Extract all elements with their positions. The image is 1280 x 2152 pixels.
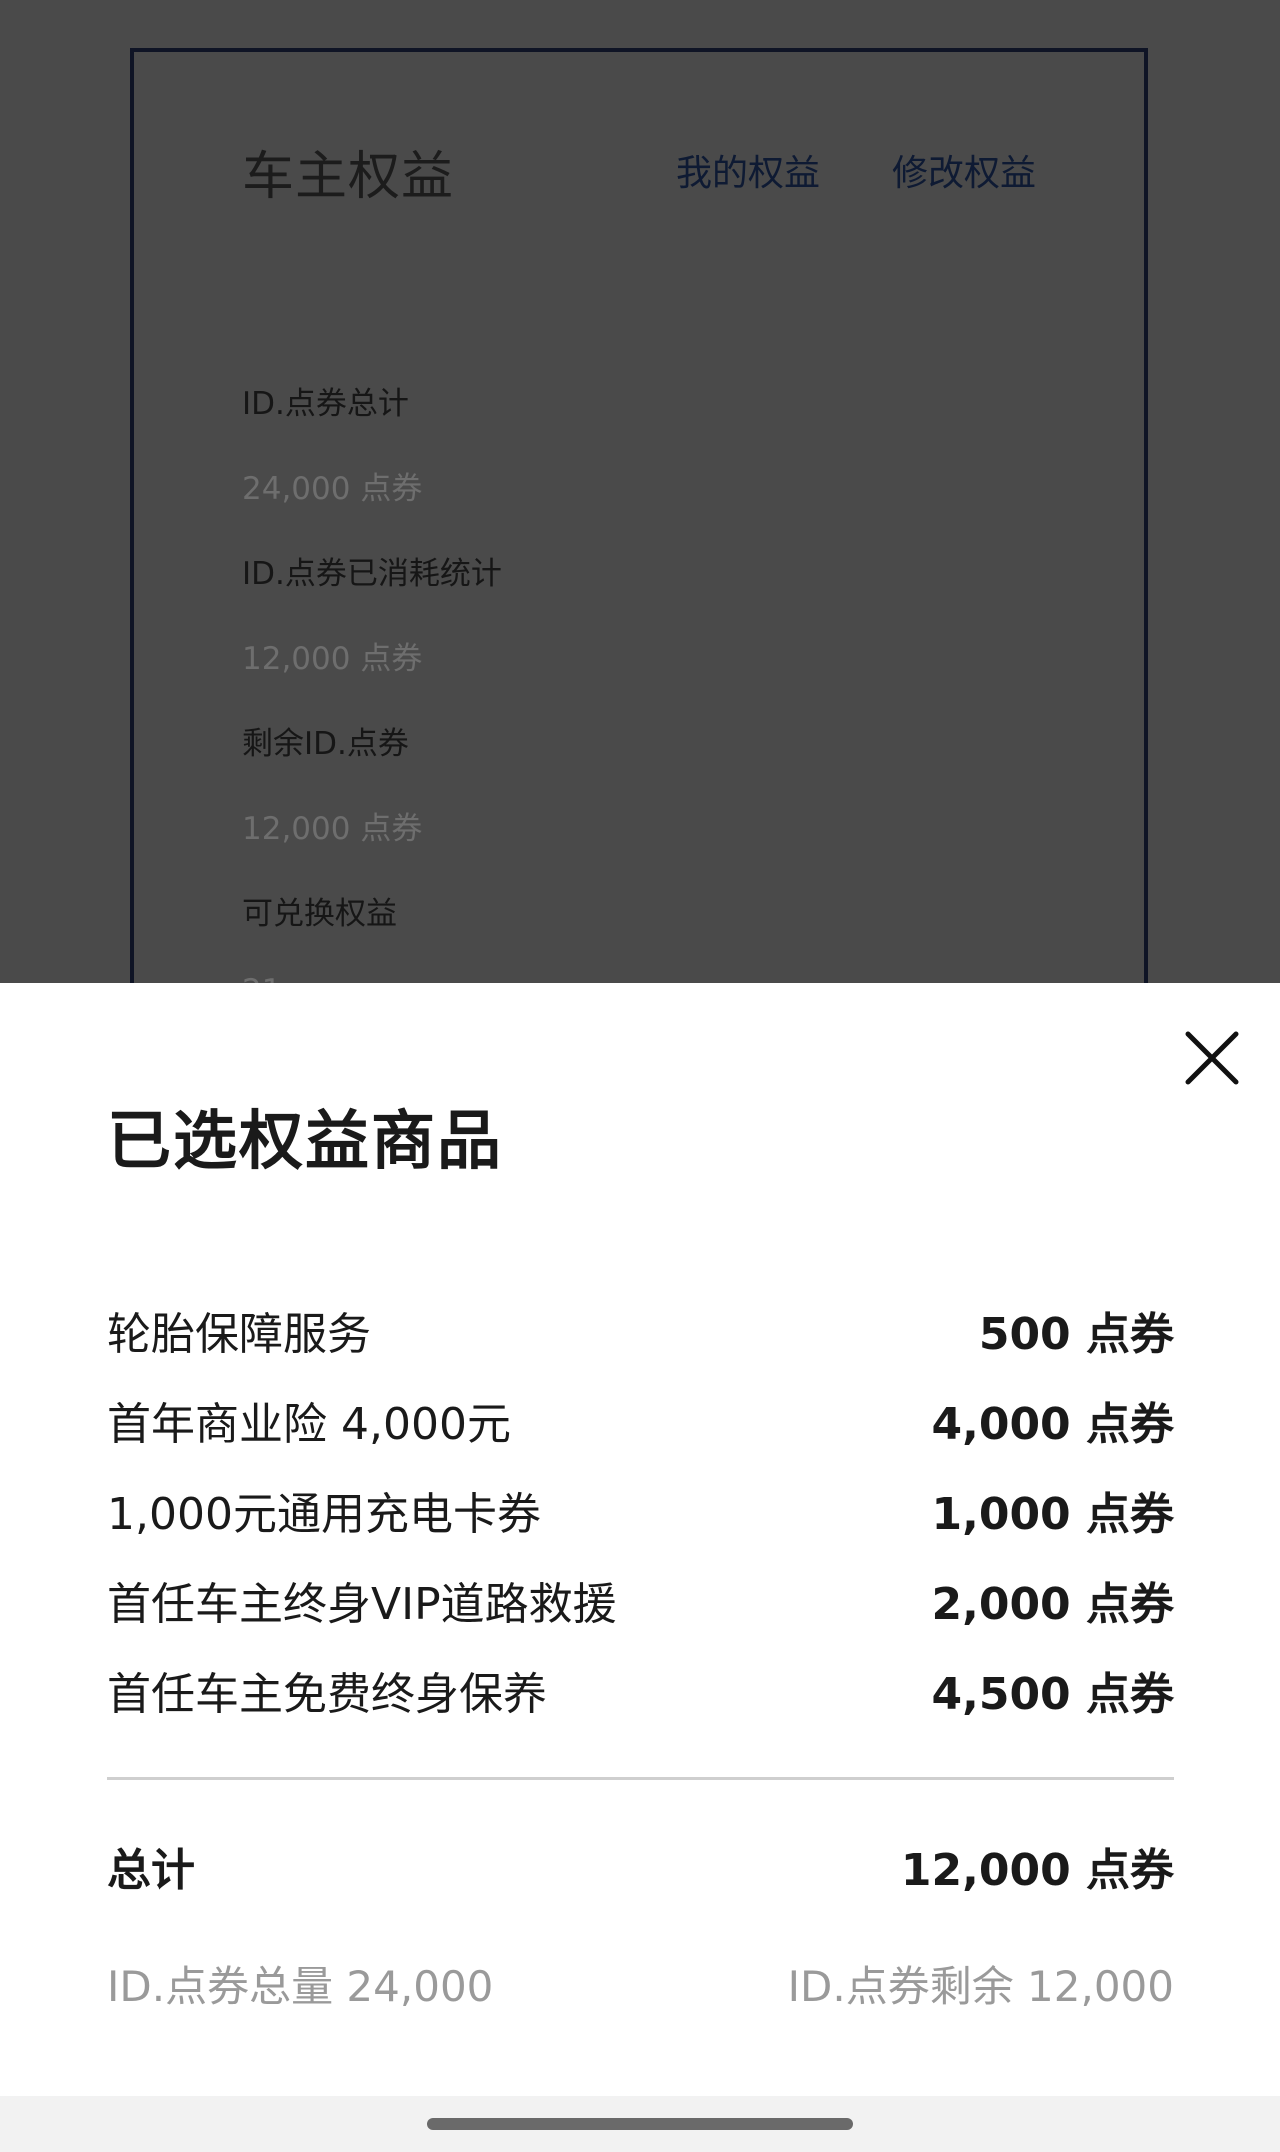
item-points: 500 点券 — [978, 1309, 1174, 1360]
sheet-title: 已选权益商品 — [107, 1105, 503, 1179]
item-name: 轮胎保障服务 — [107, 1309, 371, 1360]
tab-my-benefits[interactable]: 我的权益 — [676, 144, 820, 196]
item-points: 4,500 点券 — [931, 1669, 1175, 1720]
stat-value-remaining: 12,000 点券 — [242, 811, 423, 847]
stat-label-redeemable: 可兑换权益 — [242, 896, 397, 932]
item-name: 1,000元通用充电卡券 — [107, 1489, 541, 1540]
stat-label-consumed: ID.点券已消耗统计 — [242, 556, 502, 592]
home-indicator[interactable] — [427, 2118, 853, 2130]
item-name: 首任车主免费终身保养 — [107, 1669, 547, 1720]
list-item: 轮胎保障服务 500 点券 — [107, 1300, 1174, 1360]
item-points: 4,000 点券 — [931, 1399, 1175, 1450]
item-name: 首年商业险 4,000元 — [107, 1399, 511, 1450]
stat-label-remaining: 剩余ID.点券 — [242, 726, 409, 762]
list-item: 1,000元通用充电卡券 1,000 点券 — [107, 1480, 1174, 1540]
total-row: 总计 12,000 点券 — [107, 1836, 1174, 1896]
item-points: 2,000 点券 — [931, 1579, 1175, 1630]
total-label: 总计 — [107, 1845, 195, 1896]
item-points: 1,000 点券 — [931, 1489, 1175, 1540]
total-value: 12,000 点券 — [900, 1845, 1174, 1896]
stat-value-consumed: 12,000 点券 — [242, 641, 423, 677]
page-title: 车主权益 — [242, 147, 455, 207]
tab-edit-benefits[interactable]: 修改权益 — [892, 144, 1036, 196]
divider — [107, 1777, 1174, 1780]
points-total-summary: ID.点券总量 24,000 — [107, 1961, 494, 2011]
list-item: 首年商业险 4,000元 4,000 点券 — [107, 1390, 1174, 1450]
item-name: 首任车主终身VIP道路救援 — [107, 1579, 617, 1630]
list-item: 首任车主终身VIP道路救援 2,000 点券 — [107, 1570, 1174, 1630]
points-remaining-summary: ID.点券剩余 12,000 — [787, 1961, 1174, 2011]
stat-label-total: ID.点券总计 — [242, 386, 409, 422]
summary-row: ID.点券总量 24,000 ID.点券剩余 12,000 — [107, 1953, 1174, 2013]
list-item: 首任车主免费终身保养 4,500 点券 — [107, 1660, 1174, 1720]
stat-value-total: 24,000 点券 — [242, 471, 423, 507]
close-icon[interactable] — [1184, 1030, 1240, 1086]
